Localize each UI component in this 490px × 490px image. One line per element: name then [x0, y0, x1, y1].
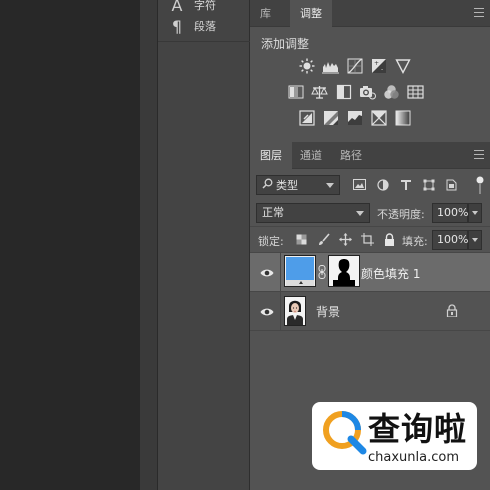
chevron-down-icon [326, 183, 334, 188]
opacity-label: 不透明度: [377, 208, 425, 221]
layer-mask-thumbnail[interactable] [328, 255, 360, 287]
chevron-down-icon [356, 211, 364, 216]
layers-tabbar: 图层 通道 路径 [250, 142, 490, 169]
layer-filter-select[interactable]: 类型 [256, 175, 340, 195]
paragraph-label: 段落 [194, 20, 216, 33]
search-logo-icon [323, 411, 367, 455]
adjustment-row-3 [298, 109, 411, 126]
selective-color-icon[interactable] [370, 109, 387, 126]
layer-row-background[interactable]: 背景 [250, 292, 490, 330]
blend-mode-select[interactable]: 正常 [256, 203, 370, 223]
divider [280, 253, 281, 291]
fill-dropdown-button[interactable] [468, 230, 482, 250]
filter-toggle[interactable] [476, 176, 484, 194]
lock-row: 锁定: 填充: 100% [250, 228, 490, 252]
fill-color-swatch [286, 257, 314, 280]
posterize-icon[interactable] [322, 109, 339, 126]
lock-artboard-icon[interactable] [360, 232, 375, 247]
background-thumbnail[interactable] [284, 296, 306, 326]
hue-saturation-icon[interactable] [287, 83, 304, 100]
layer-name[interactable]: 颜色填充 1 [361, 265, 420, 282]
svg-text:-: - [381, 66, 383, 73]
divider [250, 226, 490, 227]
lock-label: 锁定: [258, 235, 284, 248]
character-paragraph-panel: A 字符 ¶ 段落 [158, 0, 250, 490]
blend-mode-value: 正常 [262, 206, 284, 219]
levels-icon[interactable] [322, 57, 339, 74]
canvas-area[interactable] [0, 0, 140, 490]
tab-adjustments[interactable]: 调整 [290, 0, 332, 27]
layer-filter-value: 类型 [276, 179, 298, 192]
search-icon [262, 178, 273, 192]
lock-image-pixels-icon[interactable] [316, 232, 331, 247]
eye-icon[interactable] [260, 267, 274, 277]
blend-mode-row: 正常 不透明度: 100% [250, 201, 490, 225]
filter-icons [352, 177, 459, 192]
fill-input[interactable]: 100% [432, 230, 468, 250]
divider [158, 41, 250, 42]
adjustment-row-2 [287, 83, 424, 100]
color-fill-thumbnail[interactable] [284, 255, 316, 287]
lock-position-icon[interactable] [338, 232, 353, 247]
black-white-icon[interactable] [335, 83, 352, 100]
invert-icon[interactable] [298, 109, 315, 126]
add-adjustment-title: 添加调整 [261, 37, 310, 51]
layers-panel-menu-icon[interactable] [474, 150, 484, 159]
layer-row-color-fill[interactable]: 颜色填充 1 [250, 253, 490, 291]
eye-icon[interactable] [260, 306, 274, 316]
lock-icon[interactable] [446, 304, 458, 318]
smart-object-filter-icon[interactable] [444, 177, 459, 192]
type-filter-icon[interactable] [398, 177, 413, 192]
curves-icon[interactable] [346, 57, 363, 74]
swatch-footer [286, 280, 314, 286]
lock-all-icon[interactable] [382, 232, 397, 247]
tab-channels[interactable]: 通道 [290, 142, 332, 169]
adjustments-tabbar: 库 调整 [250, 0, 490, 27]
opacity-dropdown-button[interactable] [468, 203, 482, 223]
tab-paths[interactable]: 路径 [330, 142, 372, 169]
vibrance-icon[interactable] [394, 57, 411, 74]
shape-filter-icon[interactable] [421, 177, 436, 192]
channel-mixer-icon[interactable] [383, 83, 400, 100]
image-filter-icon[interactable] [352, 177, 367, 192]
color-balance-icon[interactable] [311, 83, 328, 100]
gradient-map-icon[interactable] [394, 109, 411, 126]
link-icon[interactable] [318, 265, 326, 279]
threshold-icon[interactable] [346, 109, 363, 126]
watermark-url: chaxunla.com [368, 450, 459, 465]
svg-text:+: + [374, 60, 379, 67]
fill-label: 填充: [402, 235, 428, 248]
panel-collapse-bar[interactable] [140, 0, 158, 490]
opacity-input[interactable]: 100% [432, 203, 468, 223]
panel-menu-icon[interactable] [474, 8, 484, 17]
divider [250, 330, 490, 331]
lock-transparent-pixels-icon[interactable] [294, 232, 309, 247]
divider [280, 292, 281, 330]
tab-library[interactable]: 库 [250, 0, 281, 27]
lock-icons [294, 232, 397, 247]
watermark-logo: 查询啦 chaxunla.com [312, 402, 477, 470]
watermark-title: 查询啦 [368, 410, 468, 448]
paragraph-icon: ¶ [171, 16, 183, 36]
layer-filter-row: 类型 [250, 173, 490, 197]
color-lookup-icon[interactable] [407, 83, 424, 100]
character-label: 字符 [194, 0, 216, 12]
tab-layers[interactable]: 图层 [250, 142, 292, 169]
adjustment-filter-icon[interactable] [375, 177, 390, 192]
adjustment-row-1: + - [298, 57, 411, 74]
exposure-icon[interactable]: + - [370, 57, 387, 74]
photo-filter-icon[interactable] [359, 83, 376, 100]
paragraph-panel-item[interactable]: ¶ 段落 [158, 13, 250, 39]
layer-name[interactable]: 背景 [316, 303, 340, 320]
brightness-contrast-icon[interactable] [298, 57, 315, 74]
